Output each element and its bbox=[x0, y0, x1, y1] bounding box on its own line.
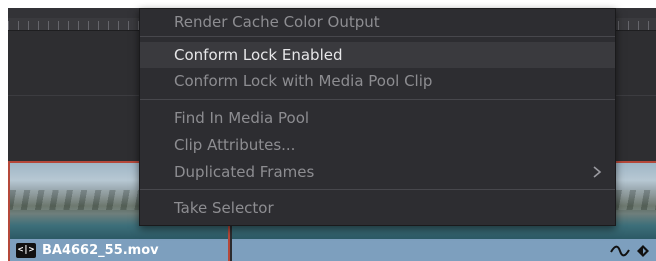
menu-item-render-cache-color-output[interactable]: Render Cache Color Output bbox=[140, 9, 615, 35]
menu-item-label: Clip Attributes... bbox=[174, 136, 296, 154]
menu-item-label: Find In Media Pool bbox=[174, 109, 310, 127]
menu-separator bbox=[140, 189, 615, 190]
menu-item-conform-lock-with-media-pool-clip[interactable]: Conform Lock with Media Pool Clip bbox=[140, 68, 615, 94]
menu-item-clip-attributes[interactable]: Clip Attributes... bbox=[140, 132, 615, 158]
context-menu: Render Cache Color Output Conform Lock E… bbox=[139, 8, 616, 226]
keyframe-icon[interactable] bbox=[636, 244, 650, 258]
menu-item-conform-lock-enabled[interactable]: Conform Lock Enabled bbox=[140, 42, 615, 68]
clip-name-bar[interactable] bbox=[232, 239, 656, 261]
link-icon: <|> bbox=[16, 242, 36, 258]
menu-item-take-selector[interactable]: Take Selector bbox=[140, 195, 615, 221]
menu-item-duplicated-frames[interactable]: Duplicated Frames bbox=[140, 159, 615, 185]
menu-item-label: Render Cache Color Output bbox=[174, 13, 380, 31]
menu-item-label: Conform Lock Enabled bbox=[174, 46, 343, 64]
curve-icon[interactable] bbox=[610, 244, 630, 258]
menu-separator bbox=[140, 99, 615, 100]
clip-name-bar[interactable]: <|> BA4662_55.mov bbox=[10, 239, 228, 261]
clip-name: BA4662_55.mov bbox=[42, 242, 159, 258]
menu-separator bbox=[140, 36, 615, 37]
menu-item-label: Duplicated Frames bbox=[174, 163, 315, 181]
menu-item-label: Take Selector bbox=[174, 199, 274, 217]
menu-item-find-in-media-pool[interactable]: Find In Media Pool bbox=[140, 105, 615, 131]
menu-item-label: Conform Lock with Media Pool Clip bbox=[174, 72, 433, 90]
chevron-right-icon bbox=[593, 166, 602, 178]
clip-label: <|> BA4662_55.mov bbox=[16, 241, 159, 259]
